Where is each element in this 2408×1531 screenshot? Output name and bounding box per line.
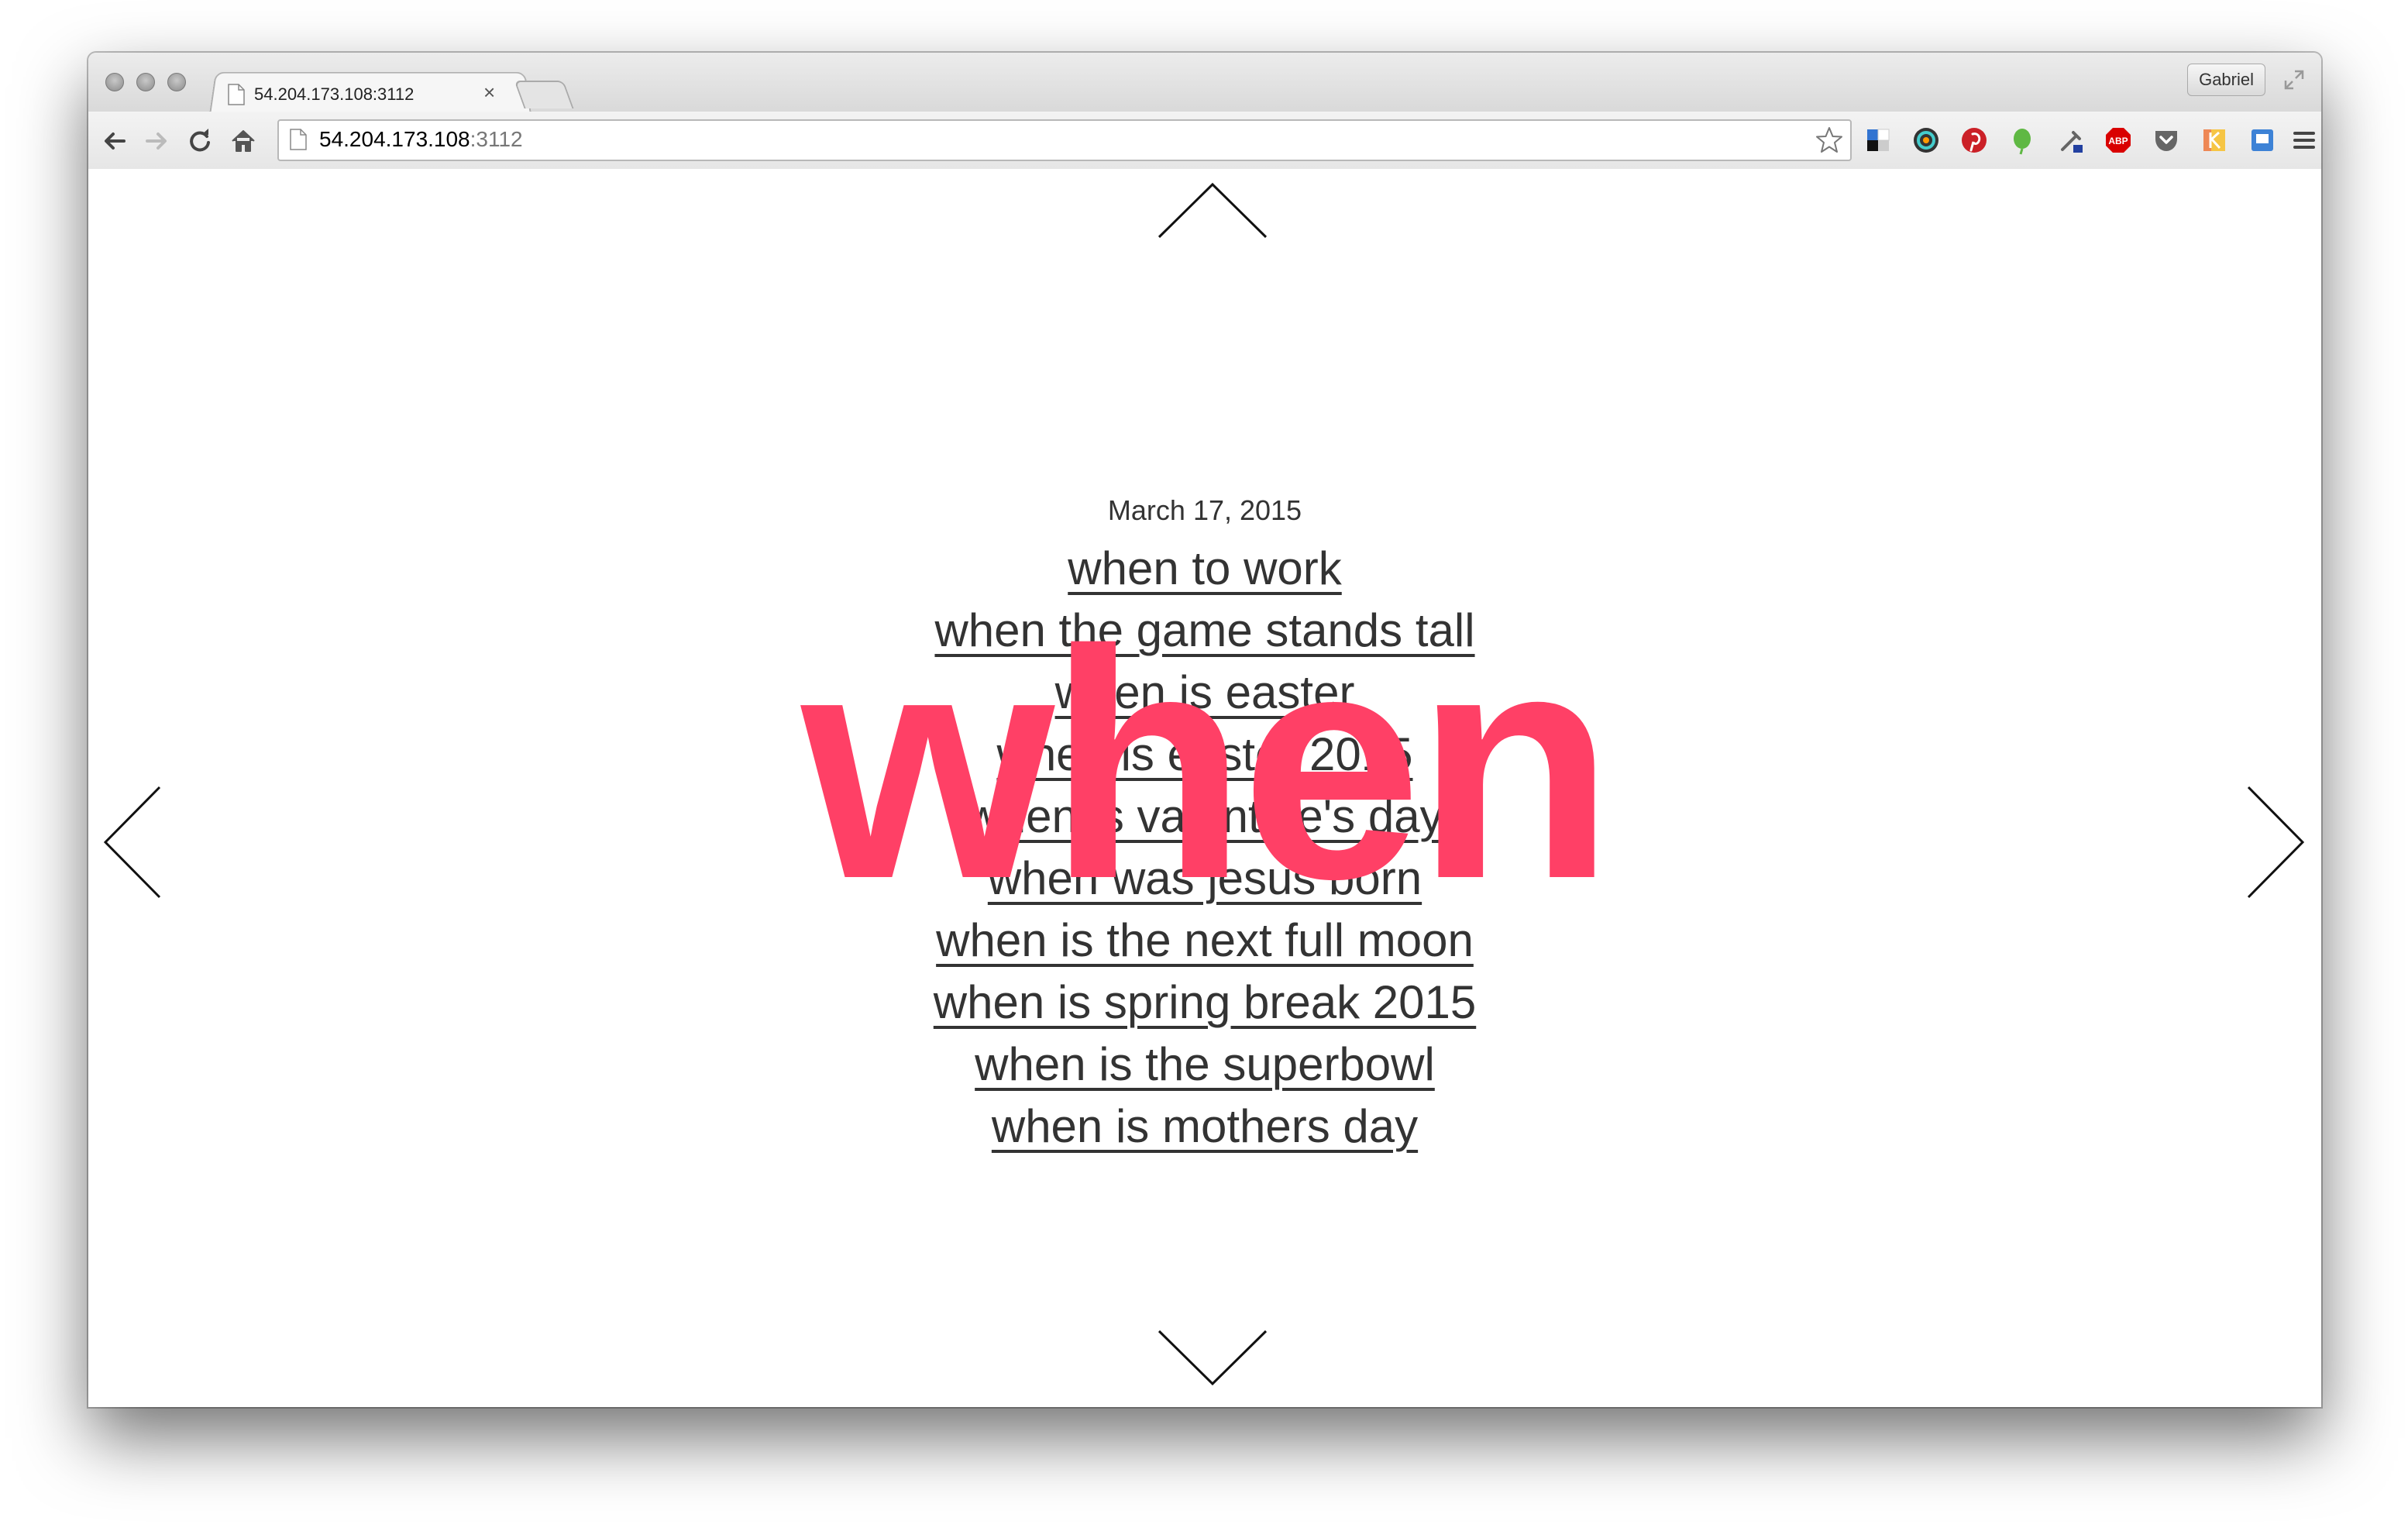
profile-button[interactable]: Gabriel — [2187, 64, 2265, 96]
menu-icon[interactable] — [2289, 125, 2320, 156]
page-info-icon[interactable] — [290, 129, 307, 150]
down-arrow-icon[interactable] — [1158, 1330, 1268, 1387]
delicious-icon[interactable] — [1863, 125, 1894, 156]
minimize-window-button[interactable] — [136, 73, 155, 91]
reload-icon[interactable] — [184, 126, 215, 157]
fullscreen-icon[interactable] — [2282, 68, 2306, 91]
evernote-icon[interactable] — [2007, 125, 2038, 156]
suggestion-link[interactable]: when is valentine's day — [88, 786, 2321, 848]
pinterest-icon[interactable] — [1959, 125, 1990, 156]
zoom-window-button[interactable] — [167, 73, 186, 91]
tab-close-icon[interactable]: × — [483, 81, 495, 105]
tab-strip: 54.204.173.108:3112 × Gabriel — [88, 53, 2321, 115]
svg-text:ABP: ABP — [2108, 136, 2128, 146]
page-content: March 17, 2015 when to work when the gam… — [88, 169, 2321, 1407]
klout-icon[interactable] — [2199, 125, 2230, 156]
screenshot-icon[interactable] — [2247, 125, 2278, 156]
suggestion-link[interactable]: when is the next full moon — [88, 910, 2321, 972]
close-window-button[interactable] — [105, 73, 124, 91]
eyedropper-icon[interactable] — [2056, 125, 2087, 156]
suggestion-link[interactable]: when is easter — [88, 662, 2321, 724]
url-host: 54.204.173.108 — [319, 127, 470, 151]
url-text[interactable]: 54.204.173.108:3112 — [319, 127, 523, 152]
page-icon — [228, 84, 245, 105]
address-bar[interactable]: 54.204.173.108:3112 — [277, 119, 1852, 161]
suggestion-list: when to work when the game stands tall w… — [88, 538, 2321, 1158]
pocket-icon[interactable] — [2151, 125, 2182, 156]
page-date: March 17, 2015 — [1107, 494, 1302, 526]
home-icon[interactable] — [228, 126, 259, 157]
suggestion-link[interactable]: when is the superbowl — [88, 1034, 2321, 1096]
url-port: :3112 — [470, 127, 523, 151]
bookmark-star-icon[interactable] — [1815, 126, 1844, 155]
tab-title: 54.204.173.108:3112 — [254, 84, 415, 104]
suggestion-link[interactable]: when to work — [88, 538, 2321, 600]
suggestion-link[interactable]: when is mothers day — [88, 1096, 2321, 1158]
up-arrow-icon[interactable] — [1158, 181, 1268, 239]
suggestion-link[interactable]: when is easter 2015 — [88, 724, 2321, 786]
active-tab-content[interactable]: 54.204.173.108:3112 — [228, 79, 522, 110]
suggestion-link[interactable]: when is spring break 2015 — [88, 972, 2321, 1034]
forward-arrow-icon[interactable] — [141, 126, 172, 157]
adblock-plus-icon[interactable]: ABP — [2103, 125, 2134, 156]
new-tab-button[interactable] — [514, 81, 574, 108]
back-arrow-icon[interactable] — [99, 126, 130, 157]
browser-window: 54.204.173.108:3112 × Gabriel 54.204.173… — [88, 53, 2321, 1407]
suggestion-link[interactable]: when the game stands tall — [88, 600, 2321, 662]
suggestion-link[interactable]: when was jesus born — [88, 848, 2321, 910]
browser-toolbar: 54.204.173.108:3112 ABP — [88, 112, 2321, 170]
colorpicker-icon[interactable] — [1911, 125, 1942, 156]
